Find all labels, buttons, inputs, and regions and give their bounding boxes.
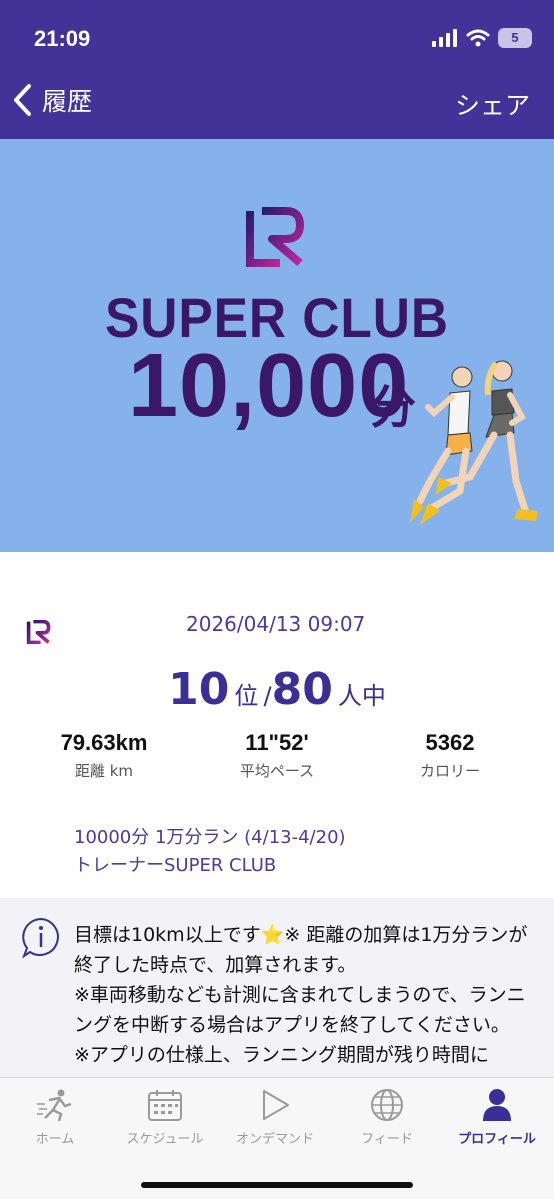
- event-link[interactable]: 10000分 1万分ラン (4/13-4/20) トレーナーSUPER CLUB: [74, 824, 346, 880]
- calendar-icon: [148, 1090, 182, 1121]
- chevron-left-icon: [14, 84, 31, 116]
- tab-label: ホーム: [35, 1132, 75, 1147]
- info-panel: 目標は10km以上です⭐※ 距離の加算は1万分ランが終了した時点で、加算されます…: [0, 898, 554, 1078]
- play-icon: [263, 1090, 289, 1120]
- brand-logo: [246, 207, 304, 267]
- tab-label: フィード: [361, 1132, 413, 1147]
- info-icon: [22, 917, 59, 958]
- run-summary: 2026/04/13 09:07 10 位 /80 人中 79.63km 距離 …: [0, 552, 554, 898]
- tab-on-demand[interactable]: オンデマンド: [220, 1088, 330, 1147]
- tab-home[interactable]: ホーム: [0, 1088, 110, 1147]
- stat-value: 5362: [425, 730, 475, 755]
- stat-distance: 79.63km 距離 km: [24, 730, 184, 781]
- rank-separator: /: [263, 682, 272, 710]
- tab-label: スケジュール: [126, 1132, 204, 1147]
- page-title: 履歴: [42, 87, 93, 116]
- header: 21:09 5 履歴 シェア: [0, 0, 554, 139]
- rank-unit: 位: [234, 682, 259, 710]
- stat-label: 距離 km: [74, 762, 134, 780]
- stats-row: 79.63km 距離 km 11"52' 平均ペース 5362 カロリー: [0, 730, 554, 786]
- wifi-icon: [466, 29, 490, 47]
- tab-label: プロフィール: [458, 1132, 536, 1147]
- globe-icon: [371, 1089, 403, 1121]
- tab-bar: ホーム スケジュール オンデマンド フィード プロフィール: [0, 1077, 554, 1199]
- stat-value: 79.63km: [60, 730, 148, 755]
- brand-logo-small: [26, 620, 51, 644]
- event-trainer: トレーナーSUPER CLUB: [74, 855, 277, 876]
- share-button[interactable]: シェア: [455, 86, 530, 122]
- event-name: 10000分 1万分ラン (4/13-4/20): [74, 827, 346, 848]
- info-text: 目標は10km以上です⭐※ 距離の加算は1万分ランが終了した時点で、加算されます…: [74, 920, 534, 1070]
- info-goal: 目標は10km以上です: [74, 924, 261, 946]
- rank: 10 位 /80 人中: [0, 664, 554, 715]
- stat-calories: 5362 カロリー: [370, 730, 530, 781]
- stat-value: 11"52': [245, 730, 309, 755]
- runners-illustration: [410, 360, 538, 525]
- info-note-2: ※車両移動なども計測に含まれてしまうので、ランニングを中断する場合はアプリを終了…: [74, 984, 526, 1036]
- info-note-3: ※アプリの仕様上、ランニング期間が残り時間に: [74, 1044, 489, 1066]
- star-icon: ⭐: [260, 924, 285, 946]
- total-unit: 人中: [337, 682, 386, 710]
- back-button[interactable]: 履歴: [10, 82, 92, 118]
- status-time: 21:09: [34, 26, 91, 51]
- signal-icon: [432, 29, 457, 47]
- tab-label: オンデマンド: [235, 1132, 314, 1147]
- stat-pace: 11"52' 平均ペース: [197, 730, 357, 781]
- run-date: 2026/04/13 09:07: [186, 612, 366, 636]
- total-value: 80: [271, 664, 333, 715]
- tab-schedule[interactable]: スケジュール: [110, 1088, 220, 1147]
- banner-number: 10,000: [128, 336, 410, 436]
- rank-value: 10: [168, 664, 230, 715]
- home-indicator: [141, 1182, 413, 1188]
- achievement-banner: SUPER CLUB 10,000 分: [0, 139, 554, 552]
- stat-label: 平均ペース: [239, 762, 315, 780]
- tab-feed[interactable]: フィード: [332, 1088, 442, 1147]
- tab-profile[interactable]: プロフィール: [442, 1088, 552, 1147]
- person-icon: [483, 1089, 511, 1121]
- status-icons: 5: [432, 28, 532, 48]
- stat-label: カロリー: [419, 762, 480, 780]
- battery-indicator: 5: [498, 28, 532, 48]
- runner-icon: [37, 1089, 72, 1122]
